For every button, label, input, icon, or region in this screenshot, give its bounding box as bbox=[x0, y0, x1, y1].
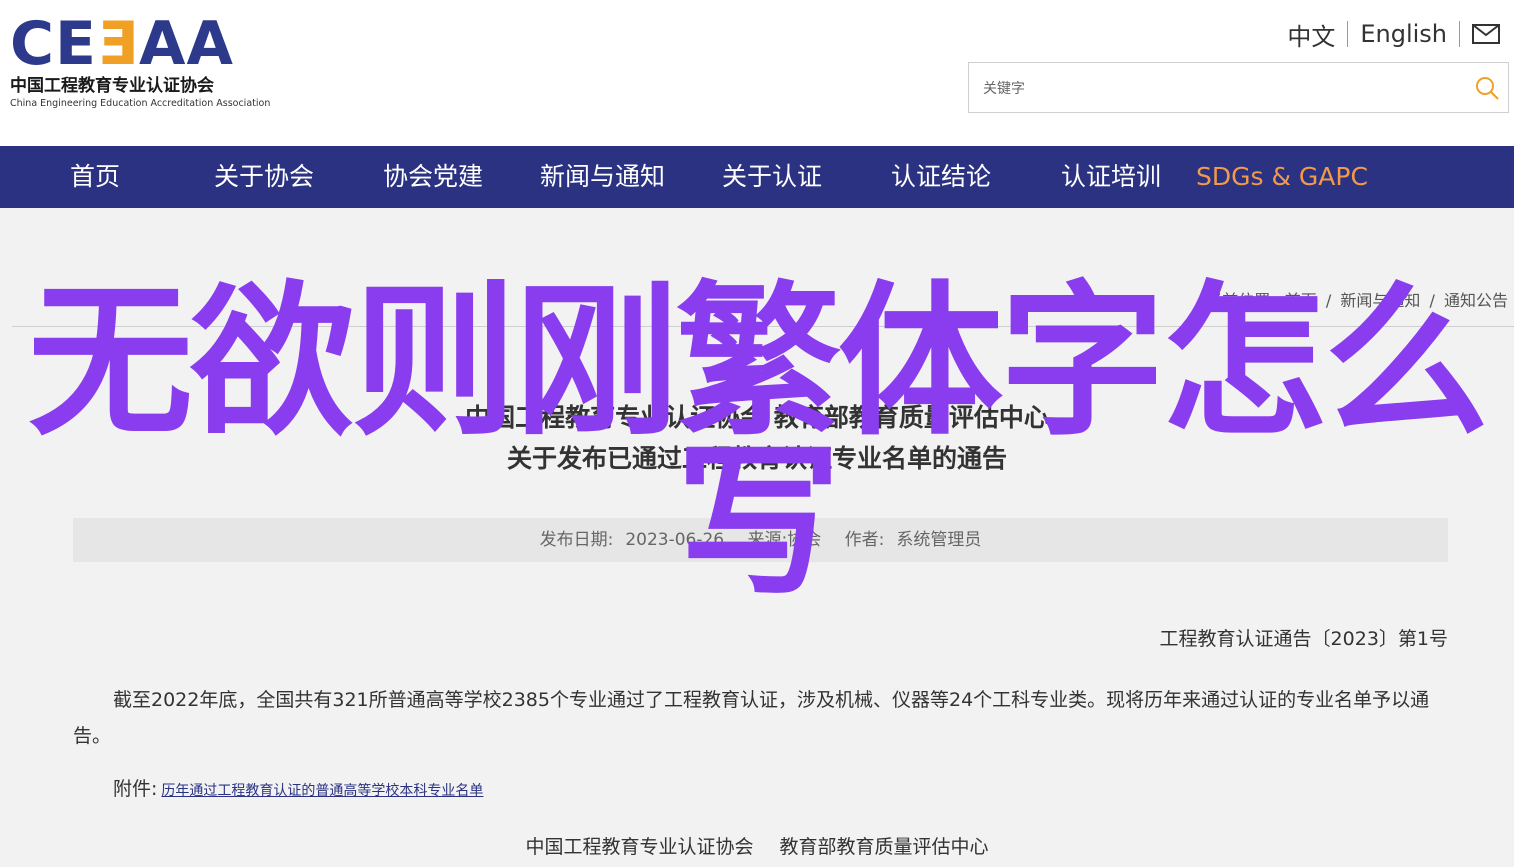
meta-date-value: 2023-06-26 bbox=[625, 530, 725, 550]
lang-divider bbox=[1459, 21, 1460, 47]
signatories: 中国工程教育专业认证协会 教育部教育质量评估中心 bbox=[0, 832, 1514, 859]
signatory-association: 中国工程教育专业认证协会 bbox=[525, 836, 754, 858]
document-number: 工程教育认证通告〔2023〕第1号 bbox=[1159, 628, 1448, 650]
nav-item-about-association[interactable]: 关于协会 bbox=[214, 160, 314, 194]
meta-source: 来源:协会 bbox=[747, 530, 822, 550]
meta-date: 发布日期: 2023-06-26 bbox=[534, 530, 731, 550]
article-meta: 发布日期: 2023-06-26 来源:协会 作者: 系统管理员 bbox=[73, 518, 1448, 562]
breadcrumb-home[interactable]: 首页 bbox=[1285, 291, 1317, 310]
nav-item-training[interactable]: 认证培训 bbox=[1061, 160, 1161, 194]
nav-item-party-building[interactable]: 协会党建 bbox=[383, 160, 483, 194]
breadcrumb-news[interactable]: 新闻与通知 bbox=[1340, 291, 1420, 310]
meta-author-label: 作者: bbox=[844, 530, 885, 550]
nav-item-conclusions[interactable]: 认证结论 bbox=[891, 160, 991, 194]
search-input[interactable] bbox=[981, 75, 1455, 103]
attachment: 附件: 历年通过工程教育认证的普通高等学校本科专业名单 bbox=[113, 774, 483, 801]
article-title-line1: 中国工程教育专业认证协会 教育部教育质量评估中心 bbox=[465, 403, 1049, 432]
article-title-line2: 关于发布已通过工程教育认证专业名单的通告 bbox=[506, 444, 1007, 473]
lang-en-link[interactable]: English bbox=[1360, 20, 1447, 48]
lang-divider bbox=[1347, 21, 1349, 47]
meta-author-value: 系统管理员 bbox=[896, 530, 982, 550]
mail-icon[interactable] bbox=[1472, 24, 1500, 44]
nav-item-news[interactable]: 新闻与通知 bbox=[540, 160, 665, 194]
breadcrumb-separator: / bbox=[1325, 291, 1332, 310]
logo-en-name: China Engineering Education Accreditatio… bbox=[10, 98, 271, 109]
nav-item-about-accreditation[interactable]: 关于认证 bbox=[722, 160, 822, 194]
meta-date-label: 发布日期: bbox=[539, 530, 614, 550]
attachment-label: 附件: bbox=[113, 778, 158, 800]
breadcrumb-label: 当前位置: bbox=[1206, 291, 1276, 310]
breadcrumb-divider bbox=[12, 326, 1514, 327]
meta-author: 作者: 系统管理员 bbox=[839, 530, 988, 550]
language-switcher: 中文 English bbox=[1287, 17, 1500, 52]
article-body: 截至2022年底，全国共有321所普通高等学校2385个专业通过了工程教育认证，… bbox=[73, 689, 1430, 747]
site-header: CEƎAA 中国工程教育专业认证协会 China Engineering Edu… bbox=[0, 0, 1514, 146]
breadcrumb-notices[interactable]: 通知公告 bbox=[1444, 291, 1508, 310]
site-logo[interactable]: CEƎAA 中国工程教育专业认证协会 China Engineering Edu… bbox=[10, 14, 270, 114]
breadcrumb-separator: / bbox=[1429, 291, 1435, 310]
main-nav: 首页 关于协会 协会党建 新闻与通知 关于认证 认证结论 认证培训 SDGs &… bbox=[0, 146, 1514, 208]
logo-cn-name: 中国工程教育专业认证协会 bbox=[10, 76, 214, 96]
logo-mark: CEƎAA bbox=[10, 9, 234, 79]
nav-item-home[interactable]: 首页 bbox=[70, 160, 120, 194]
search-box bbox=[968, 62, 1509, 113]
attachment-link[interactable]: 历年通过工程教育认证的普通高等学校本科专业名单 bbox=[161, 783, 483, 799]
search-icon[interactable] bbox=[1474, 75, 1500, 101]
breadcrumb: 当前位置: 首页 / 新闻与通知 / 通知公告 bbox=[1204, 287, 1510, 311]
nav-item-sdgs-gapc[interactable]: SDGs & GAPC bbox=[1196, 160, 1368, 194]
signatory-center: 教育部教育质量评估中心 bbox=[779, 836, 989, 858]
lang-cn-link[interactable]: 中文 bbox=[1287, 17, 1335, 52]
